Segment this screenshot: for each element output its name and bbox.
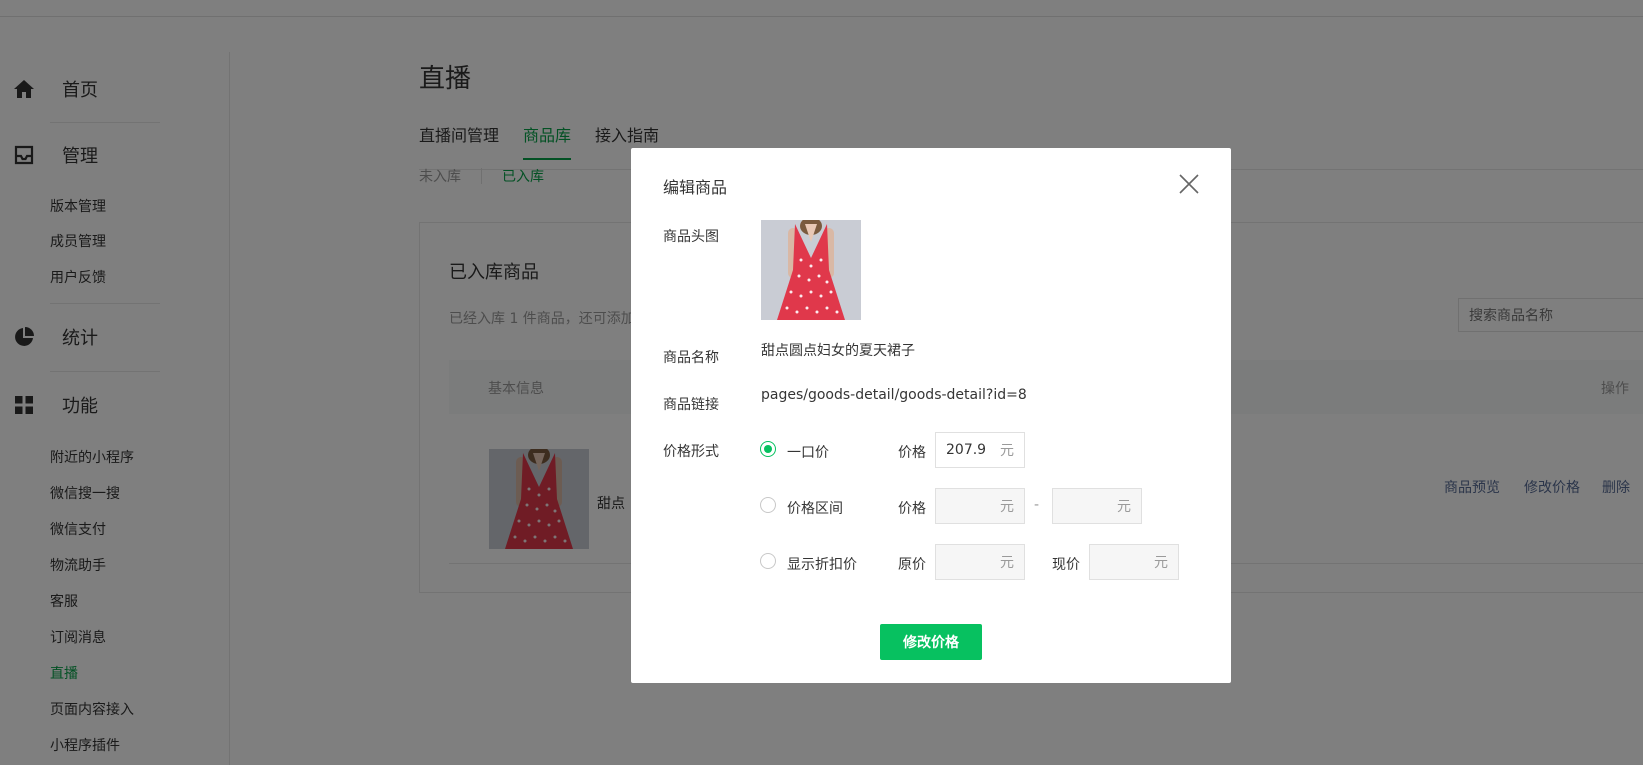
price-input[interactable]: 207.9 元 xyxy=(935,432,1025,468)
original-price-label: 原价 xyxy=(898,557,926,573)
price-range-radio[interactable] xyxy=(760,497,776,513)
unit-label: 元 xyxy=(1000,499,1014,515)
price-label: 价格 xyxy=(898,501,926,517)
current-price-input[interactable]: 元 xyxy=(1089,544,1179,580)
range-dash: - xyxy=(1034,497,1040,513)
price-form-label: 价格形式 xyxy=(663,444,719,460)
name-label: 商品名称 xyxy=(663,350,719,366)
close-icon[interactable] xyxy=(1177,172,1201,196)
edit-goods-dialog: 编辑商品 商品头图 商品名称 甜点圆点妇女的夏天裙子 商品链接 pages/go… xyxy=(631,148,1231,683)
original-price-input[interactable]: 元 xyxy=(935,544,1025,580)
price-input-value: 207.9 xyxy=(946,442,987,458)
price-range-label[interactable]: 价格区间 xyxy=(787,498,843,518)
fixed-price-label[interactable]: 一口价 xyxy=(787,442,829,462)
dialog-title: 编辑商品 xyxy=(663,178,728,197)
fixed-price-radio[interactable] xyxy=(760,441,776,457)
range-max-input[interactable]: 元 xyxy=(1052,488,1142,524)
unit-label: 元 xyxy=(1000,443,1014,459)
discount-price-radio[interactable] xyxy=(760,553,776,569)
current-price-label: 现价 xyxy=(1052,557,1080,573)
unit-label: 元 xyxy=(1154,555,1168,571)
range-min-input[interactable]: 元 xyxy=(935,488,1025,524)
name-value: 甜点圆点妇女的夏天裙子 xyxy=(761,343,915,359)
submit-price-button[interactable]: 修改价格 xyxy=(880,624,982,660)
link-label: 商品链接 xyxy=(663,397,719,413)
unit-label: 元 xyxy=(1000,555,1014,571)
product-image[interactable] xyxy=(761,220,861,320)
unit-label: 元 xyxy=(1117,499,1131,515)
discount-price-label[interactable]: 显示折扣价 xyxy=(787,554,857,574)
price-label: 价格 xyxy=(898,445,926,461)
link-value: pages/goods-detail/goods-detail?id=8 xyxy=(761,387,1027,403)
image-label: 商品头图 xyxy=(663,229,719,245)
